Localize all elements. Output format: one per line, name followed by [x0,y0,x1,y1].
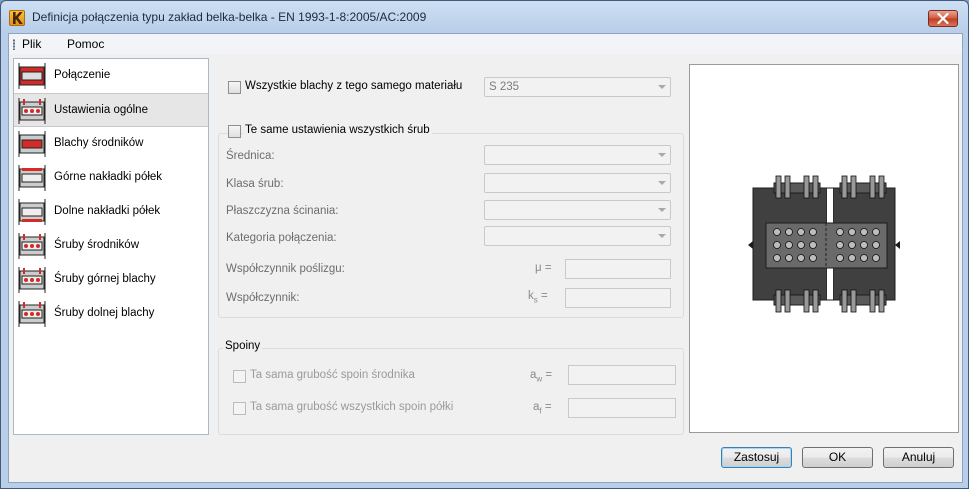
ok-button[interactable]: OK [802,447,873,468]
connection-category-select[interactable] [484,226,671,246]
close-icon [937,13,949,24]
connection-icon [17,61,47,91]
bottom-flange-plates-icon [17,197,47,227]
web-plates-icon [17,129,47,159]
friction-coef-label: Współczynnik poślizgu: [226,263,345,275]
material-select[interactable]: S 235 [484,77,671,97]
general-settings-icon [17,96,47,126]
menu-file[interactable]: Plik [22,37,41,51]
dialog-window: Definicja połączenia typu zakład belka-b… [0,0,969,489]
ks-symbol: ks = [528,290,548,304]
same-flange-weld-label: Ta sama grubość wszystkich spoin półki [250,401,454,413]
connection-preview [689,64,959,433]
nav-item-label: Dolne nakładki półek [54,205,161,217]
nav-item-label: Śruby środników [54,239,140,251]
menu-grip-icon[interactable] [13,39,15,50]
welds-group [218,348,684,435]
nav-item-5[interactable]: Dolne nakładki półek [14,195,208,229]
top-plate-bolts-icon [17,265,47,295]
menu-bar: Plik Pomoc [9,34,962,54]
same-material-checkbox[interactable] [228,81,241,94]
nav-item-6[interactable]: Śruby środników [14,229,208,263]
friction-symbol: μ = [535,262,552,274]
aw-symbol-eq: = [542,369,553,381]
top-flange-plates-icon [17,163,47,193]
shear-plane-label: Płaszczyzna ścinania: [226,205,339,217]
nav-item-label: Ustawienia ogólne [54,104,148,116]
ks-coef-input[interactable] [565,288,671,308]
menu-help[interactable]: Pomoc [67,37,104,51]
nav-item-4[interactable]: Górne nakładki półek [14,161,208,195]
same-web-weld-label: Ta sama grubość spoin środnika [250,369,415,381]
chevron-down-icon [658,234,666,238]
close-button[interactable] [928,10,958,27]
bolt-class-label: Klasa śrub: [226,178,284,190]
web-bolts-icon [17,231,47,261]
nav-item-7[interactable]: Śruby górnej blachy [14,263,208,297]
window-title: Definicja połączenia typu zakład belka-b… [32,10,427,24]
shear-plane-select[interactable] [484,200,671,220]
cancel-button[interactable]: Anuluj [883,447,954,468]
same-bolts-checkbox[interactable] [228,125,241,138]
nav-item-1[interactable]: Połączenie [14,59,208,93]
diameter-select[interactable] [484,145,671,165]
settings-nav-list: Połączenie Ustawienia ogólne Blachy środni… [13,58,209,435]
app-k-icon [9,10,25,26]
same-flange-weld-checkbox[interactable] [233,402,246,415]
welds-group-title: Spoiny [223,340,263,352]
nav-item-2[interactable]: Ustawienia ogólne [14,93,208,127]
bolt-class-select[interactable] [484,173,671,193]
diameter-label: Średnica: [226,150,275,162]
chevron-down-icon [658,153,666,157]
title-bar[interactable]: Definicja połączenia typu zakład belka-b… [1,1,968,33]
nav-item-label: Blachy środników [54,137,144,149]
friction-coef-input[interactable] [565,259,671,279]
beam-splice-drawing [748,175,900,313]
chevron-down-icon [658,181,666,185]
nav-item-label: Śruby dolnej blachy [54,307,155,319]
chevron-down-icon [658,85,666,89]
aw-symbol: aw = [530,369,552,383]
connection-category-label: Kategoria połączenia: [226,232,337,244]
chevron-down-icon [658,208,666,212]
apply-button[interactable]: Zastosuj [721,447,792,468]
af-symbol-eq: = [541,401,552,413]
ks-symbol-eq: = [537,290,548,302]
material-select-value: S 235 [489,81,520,93]
same-material-label: Wszystkie blachy z tego samego materiału [245,80,463,92]
flange-weld-thickness-input[interactable] [568,398,676,418]
dialog-client-area: Plik Pomoc Połączenie Ustawienia ogólne Bl… [8,33,963,483]
nav-item-label: Śruby górnej blachy [54,273,156,285]
same-web-weld-checkbox[interactable] [233,370,246,383]
nav-item-3[interactable]: Blachy środników [14,127,208,161]
nav-item-label: Połączenie [54,69,111,81]
bottom-plate-bolts-icon [17,299,47,329]
ks-coef-label: Współczynnik: [226,292,300,304]
nav-item-label: Górne nakładki półek [54,171,163,183]
af-symbol: af = [533,401,552,415]
same-bolts-label: Te same ustawienia wszystkich śrub [243,124,432,136]
web-weld-thickness-input[interactable] [568,365,676,385]
nav-item-8[interactable]: Śruby dolnej blachy [14,297,208,331]
